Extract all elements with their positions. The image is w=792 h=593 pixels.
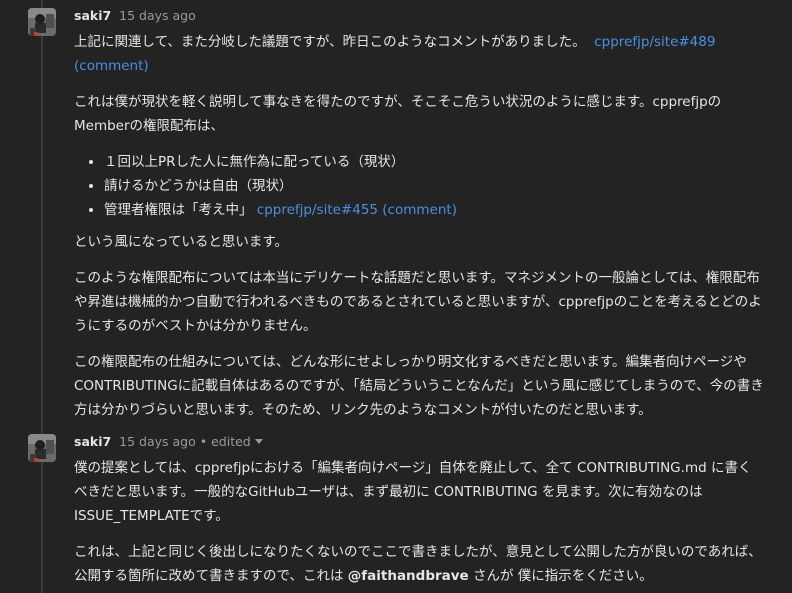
comment-body: 上記に関連して、また分岐した議題ですが、昨日このようなコメントがありました。 c… (74, 30, 764, 422)
avatar[interactable] (28, 8, 56, 36)
paragraph: この権限配布の仕組みについては、どんな形にせよしっかり明文化するべきだと思います… (74, 354, 764, 418)
list-item: 請けるかどうかは自由（現状） (104, 174, 764, 198)
avatar[interactable] (28, 434, 56, 462)
paragraph: 上記に関連して、また分岐した議題ですが、昨日このようなコメントがありました。 c… (74, 30, 764, 78)
author-name[interactable]: saki7 (74, 434, 111, 449)
paragraph: このような権限配布については本当にデリケートな話題だと思います。マネジメントの一… (74, 270, 762, 334)
timestamp[interactable]: 15 days ago (119, 8, 196, 23)
author-name[interactable]: saki7 (74, 8, 111, 23)
comment-header: saki7 15 days ago (74, 8, 196, 24)
edited-label: edited (211, 434, 251, 449)
avatar-image (28, 8, 56, 36)
edited-dropdown[interactable]: edited (211, 434, 263, 449)
list-item: １回以上PRした人に無作為に配っている（現状） (104, 150, 764, 174)
timestamp[interactable]: 15 days ago (119, 434, 196, 449)
timeline-line (41, 0, 43, 593)
separator: • (199, 434, 208, 449)
chevron-down-icon (254, 439, 263, 444)
user-mention[interactable]: @faithandbrave (348, 568, 469, 584)
paragraph: 僕の提案としては、cpprefjpにおける「編集者向けページ」自体を廃止して、全… (74, 460, 752, 524)
avatar-image (28, 434, 56, 462)
comment-link[interactable]: cpprefjp/site#455 (comment) (257, 202, 457, 218)
paragraph-text: 上記に関連して、また分岐した議題ですが、昨日このようなコメントがありました。 (74, 34, 586, 50)
comment-header: saki7 15 days ago • edited (74, 434, 263, 450)
paragraph: という風になっていると思います。 (74, 234, 288, 250)
bullet-list: １回以上PRした人に無作為に配っている（現状） 請けるかどうかは自由（現状） 管… (74, 150, 764, 222)
comment-body: 僕の提案としては、cpprefjpにおける「編集者向けページ」自体を廃止して、全… (74, 456, 764, 588)
paragraph-text: さんが 僕に指示をください。 (473, 568, 653, 584)
paragraph: これは僕が現状を軽く説明して事なきを得たのですが、そこそこ危うい状況のように感じ… (74, 94, 722, 134)
list-item-text: 管理者権限は「考え中」 (104, 202, 253, 218)
paragraph: これは、上記と同じく後出しになりたくないのでここで書きましたが、意見として公開し… (74, 540, 764, 588)
list-item: 管理者権限は「考え中」 cpprefjp/site#455 (comment) (104, 198, 764, 222)
